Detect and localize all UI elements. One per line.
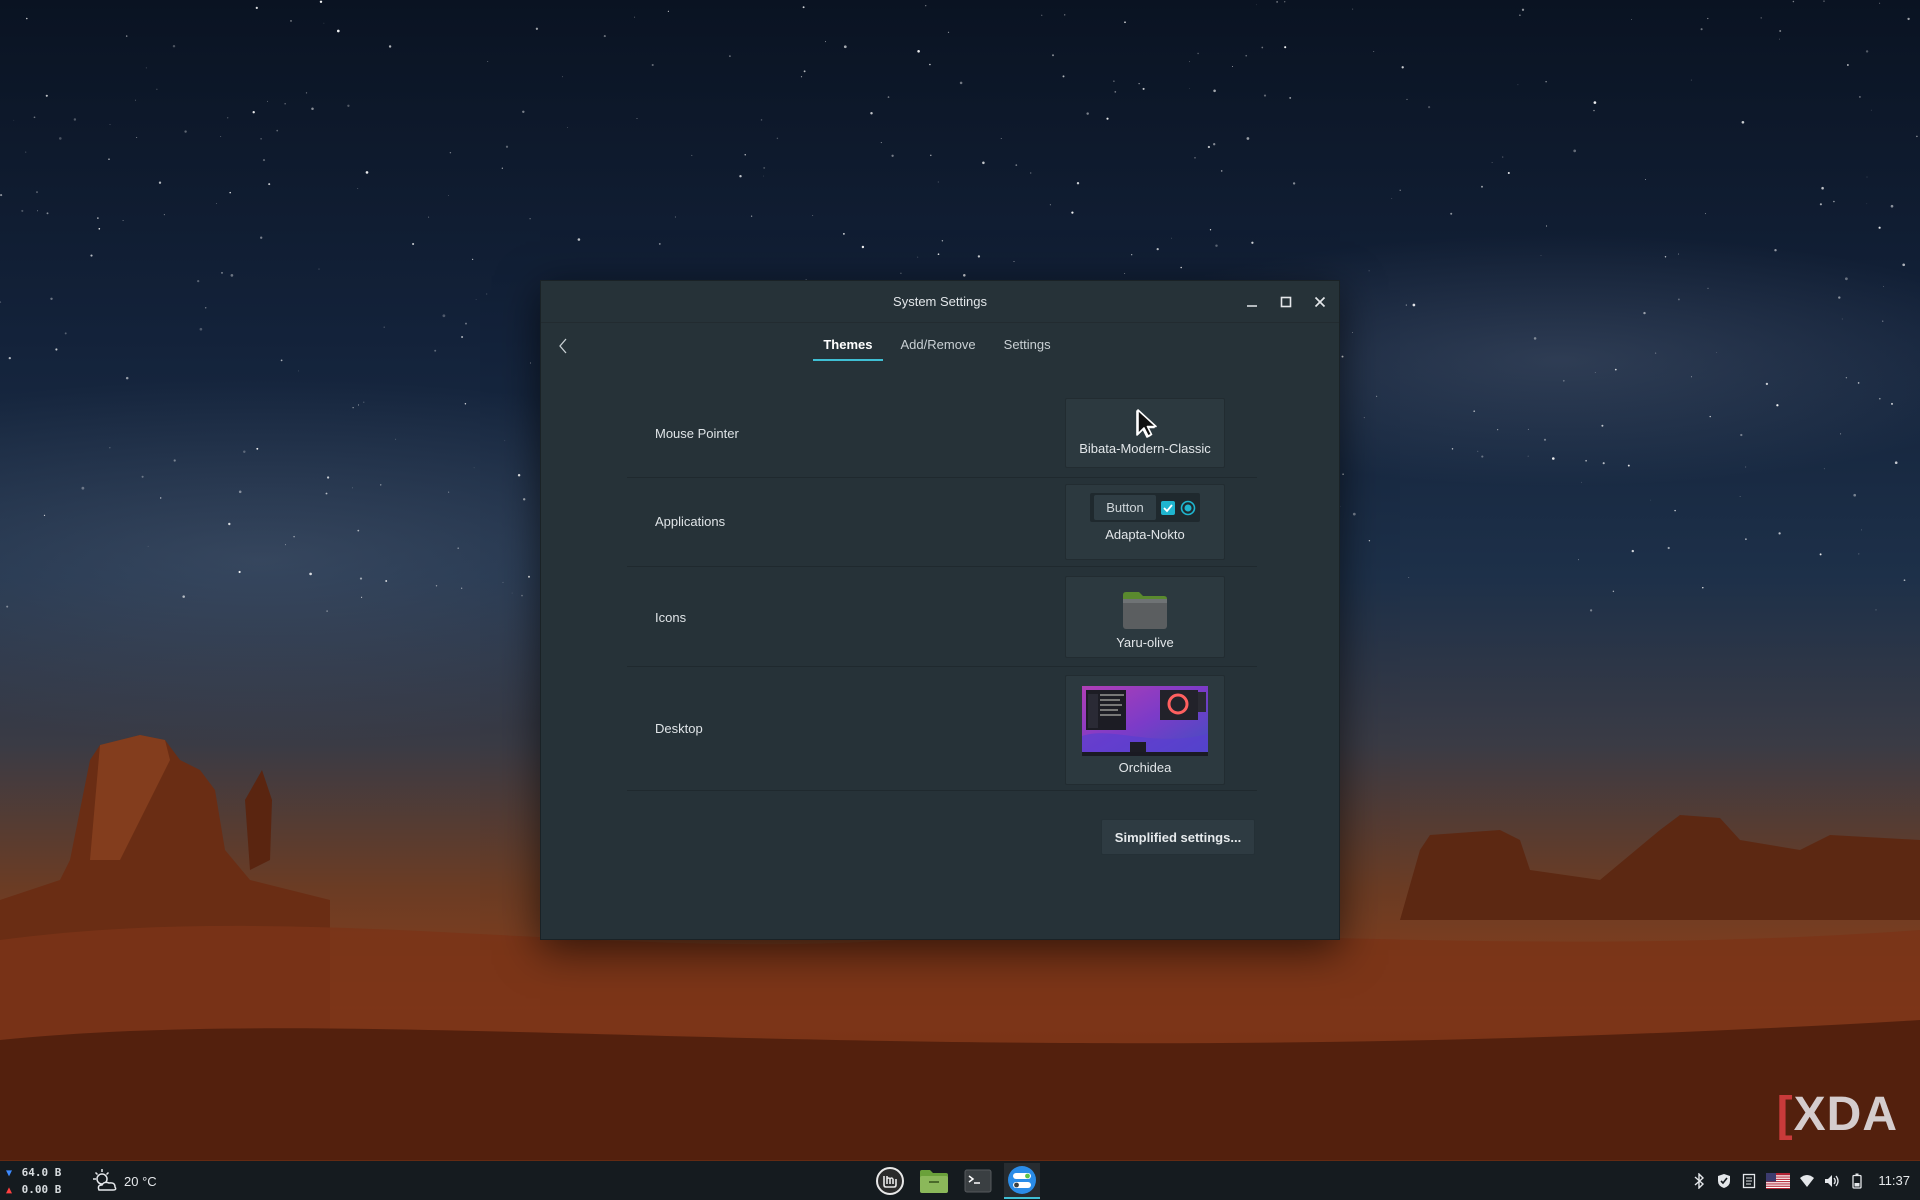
partly-cloudy-icon xyxy=(93,1169,117,1191)
taskbar: ▼ 64.0 B ▲ 0.00 B 20 °C 11:37 xyxy=(0,1161,1920,1200)
tab-themes[interactable]: Themes xyxy=(813,331,883,361)
xda-watermark: [XDA xyxy=(1776,1088,1898,1141)
radio-checked-icon xyxy=(1180,500,1196,515)
mouse-pointer-label: Mouse Pointer xyxy=(655,426,739,441)
battery-button[interactable] xyxy=(1849,1173,1865,1189)
theme-row-icons: Icons Yaru-olive xyxy=(627,567,1257,667)
bluetooth-button[interactable] xyxy=(1691,1172,1707,1189)
files-button[interactable] xyxy=(916,1163,952,1199)
tabs: Themes Add/Remove Settings xyxy=(813,331,1060,361)
minimize-icon xyxy=(1247,305,1257,307)
upload-speed: 0.00 B xyxy=(21,1183,62,1196)
files-icon xyxy=(920,1170,948,1193)
desktop-theme-thumbnail xyxy=(1082,686,1208,756)
taskbar-apps xyxy=(872,1163,1040,1199)
applications-label: Applications xyxy=(655,514,726,529)
volume-button[interactable] xyxy=(1824,1173,1840,1189)
notes-button[interactable] xyxy=(1741,1173,1757,1189)
window-controls xyxy=(1239,289,1333,315)
theme-row-mouse-pointer: Mouse Pointer Bibata-Modern-Classic xyxy=(627,391,1257,478)
close-button[interactable] xyxy=(1307,289,1333,315)
update-manager-button[interactable] xyxy=(1716,1173,1732,1189)
bluetooth-icon xyxy=(1694,1172,1705,1189)
back-button[interactable] xyxy=(553,335,573,357)
upload-arrow-icon: ▲ xyxy=(6,1185,13,1196)
maximize-icon xyxy=(1280,296,1292,308)
gtk-theme-preview: Button xyxy=(1090,493,1200,522)
system-settings-taskbar-button[interactable] xyxy=(1004,1163,1040,1199)
folder-icon xyxy=(1123,592,1167,629)
wifi-icon xyxy=(1800,1174,1815,1187)
system-settings-window: System Settings Themes Add/Remove Settin… xyxy=(540,280,1340,940)
tab-add-remove[interactable]: Add/Remove xyxy=(891,331,986,361)
us-flag-icon xyxy=(1766,1172,1791,1189)
preview-button: Button xyxy=(1094,495,1156,520)
window-titlebar[interactable]: System Settings xyxy=(541,281,1339,323)
mint-menu-button[interactable] xyxy=(872,1163,908,1199)
keyboard-layout-button[interactable] xyxy=(1766,1172,1791,1189)
volume-icon xyxy=(1825,1174,1840,1187)
system-tray: 11:37 xyxy=(1691,1161,1910,1200)
temperature: 20 °C xyxy=(124,1173,157,1189)
icons-label: Icons xyxy=(655,610,687,625)
tab-bar: Themes Add/Remove Settings xyxy=(541,323,1339,369)
applications-chooser[interactable]: Button Adapta-Nokto xyxy=(1065,484,1225,560)
desktop-theme-name: Orchidea xyxy=(1118,760,1172,775)
notes-icon xyxy=(1743,1173,1756,1188)
desktop-chooser[interactable]: Orchidea xyxy=(1065,675,1225,785)
close-icon xyxy=(1314,296,1326,308)
window-title: System Settings xyxy=(893,294,987,309)
clock[interactable]: 11:37 xyxy=(1878,1173,1910,1188)
maximize-button[interactable] xyxy=(1273,289,1299,315)
battery-icon xyxy=(1852,1173,1863,1189)
minimize-button[interactable] xyxy=(1239,289,1265,315)
mouse-pointer-theme-name: Bibata-Modern-Classic xyxy=(1079,441,1211,456)
checkbox-checked-icon xyxy=(1160,500,1175,515)
network-button[interactable] xyxy=(1799,1173,1815,1189)
mouse-cursor xyxy=(1137,409,1157,437)
download-speed: 64.0 B xyxy=(21,1166,62,1179)
simplified-settings-button[interactable]: Simplified settings... xyxy=(1101,819,1255,855)
applications-theme-name: Adapta-Nokto xyxy=(1105,527,1185,542)
shield-icon xyxy=(1718,1173,1731,1188)
themes-list: Mouse Pointer Bibata-Modern-Classic Appl… xyxy=(627,391,1257,791)
chevron-left-icon xyxy=(559,338,567,354)
download-arrow-icon: ▼ xyxy=(6,1168,13,1179)
icons-theme-name: Yaru-olive xyxy=(1116,635,1174,650)
terminal-icon xyxy=(964,1169,992,1193)
icons-chooser[interactable]: Yaru-olive xyxy=(1065,576,1225,658)
network-speed-applet[interactable]: ▼ 64.0 B ▲ 0.00 B xyxy=(6,1165,61,1199)
desktop-label: Desktop xyxy=(655,721,703,736)
system-settings-icon xyxy=(1008,1166,1036,1194)
theme-row-desktop: Desktop Orchidea xyxy=(627,667,1257,791)
weather-applet[interactable]: 20 °C xyxy=(92,1168,157,1194)
theme-row-applications: Applications Button Adapta-Nokto xyxy=(627,478,1257,567)
mint-menu-icon xyxy=(876,1167,904,1195)
terminal-button[interactable] xyxy=(960,1163,996,1199)
tab-settings[interactable]: Settings xyxy=(994,331,1061,361)
